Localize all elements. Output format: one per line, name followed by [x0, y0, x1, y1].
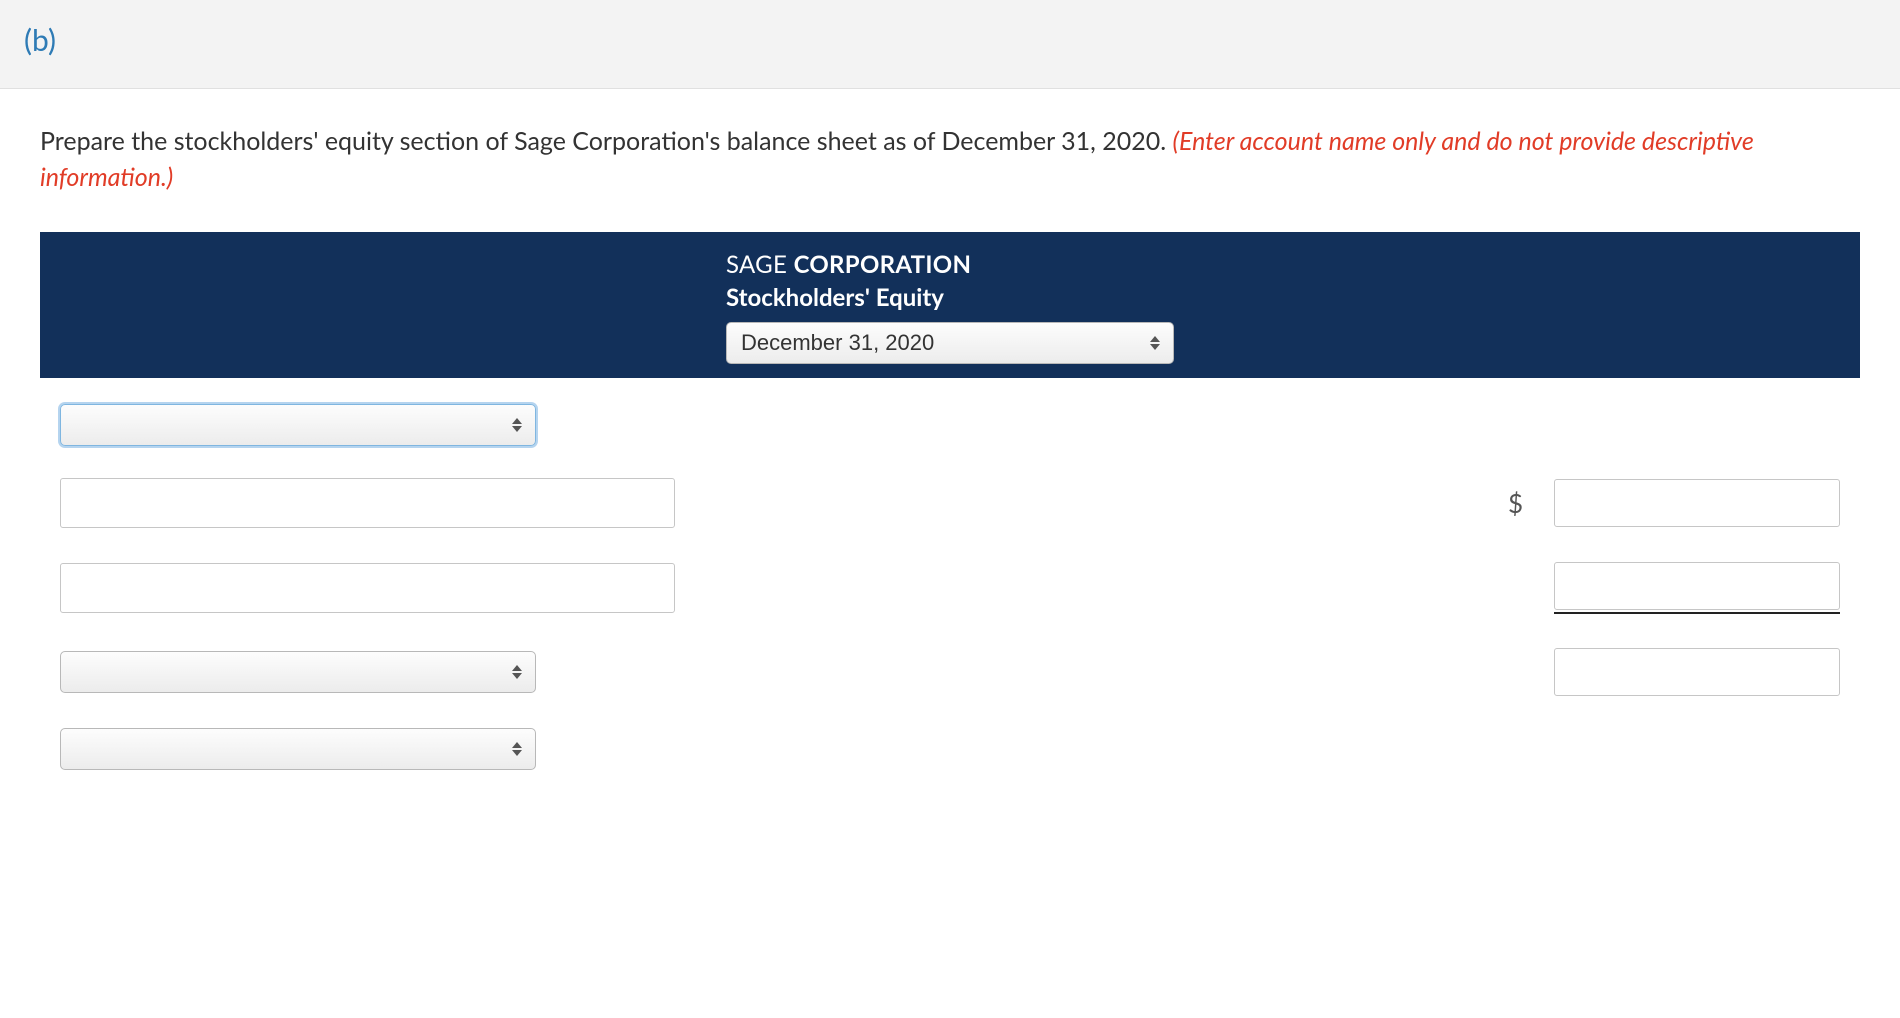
currency-symbol: $	[1508, 487, 1548, 519]
row-select-2	[60, 648, 1840, 696]
account-name-input-2[interactable]	[60, 563, 675, 613]
sheet-header: SAGE CORPORATION Stockholders' Equity	[40, 232, 1860, 378]
category-select-2[interactable]	[60, 651, 536, 693]
subtotal-underline	[1554, 562, 1840, 614]
date-select-wrap	[726, 322, 1174, 364]
company-name: SAGE CORPORATION	[726, 250, 1174, 279]
date-select[interactable]	[726, 322, 1174, 364]
category-select-3[interactable]	[60, 728, 536, 770]
amount-input-1[interactable]	[1554, 479, 1840, 527]
category-select-1-wrap	[60, 404, 536, 446]
section-title: Stockholders' Equity	[726, 283, 1174, 312]
account-name-input-1[interactable]	[60, 478, 675, 528]
instruction-main: Prepare the stockholders' equity section…	[40, 126, 1173, 156]
row-account-1: $	[60, 478, 1840, 528]
company-name-last: CORPORATION	[794, 250, 972, 279]
sheet-rows: $	[40, 378, 1860, 772]
part-label: (b)	[24, 22, 56, 58]
instruction-text: Prepare the stockholders' equity section…	[40, 123, 1860, 196]
row-account-2	[60, 562, 1840, 614]
balance-sheet: SAGE CORPORATION Stockholders' Equity	[40, 232, 1860, 772]
category-select-3-wrap	[60, 728, 536, 770]
row-select-1	[60, 402, 1840, 448]
question-content: Prepare the stockholders' equity section…	[0, 89, 1900, 836]
row-select-3	[60, 726, 1840, 772]
category-select-2-wrap	[60, 651, 536, 693]
amount-input-3[interactable]	[1554, 648, 1840, 696]
company-name-first: SAGE	[726, 250, 794, 279]
question-header: (b)	[0, 0, 1900, 89]
amount-input-2[interactable]	[1554, 562, 1840, 610]
category-select-1[interactable]	[60, 404, 536, 446]
